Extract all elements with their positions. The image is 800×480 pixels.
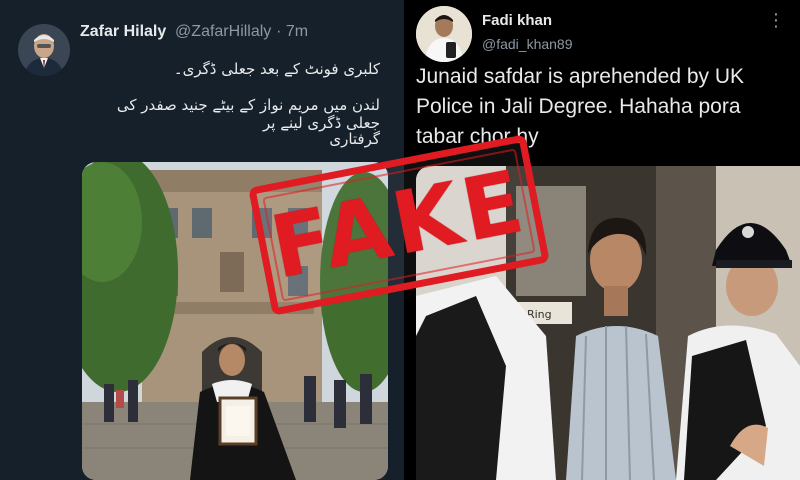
fadi-avatar[interactable] bbox=[416, 6, 472, 62]
left-tweet-header: Zafar Hilaly @ZafarHillaly · 7m bbox=[80, 22, 308, 41]
author-handle[interactable]: @ZafarHillaly bbox=[175, 23, 271, 40]
tweet-line-3: گرفتاری bbox=[329, 130, 380, 148]
author-name[interactable]: Fadi khan bbox=[482, 12, 552, 29]
tweet-line-2: لندن میں مریم نواز کے بیٹے جنید صفدر کی … bbox=[116, 96, 380, 132]
tweet-line-1: کلبری فونٹ کے بعد جعلی ڈگری۔ bbox=[173, 60, 380, 78]
author-handle[interactable]: @fadi_khan89 bbox=[482, 36, 573, 52]
tweet-time[interactable]: · 7m bbox=[276, 23, 308, 40]
zafar-avatar[interactable] bbox=[18, 24, 70, 76]
more-vertical-icon[interactable]: ⋮ bbox=[764, 10, 788, 31]
author-name[interactable]: Zafar Hilaly bbox=[80, 23, 166, 40]
tweet-text: Junaid safdar is aprehended by UK Police… bbox=[416, 65, 745, 148]
